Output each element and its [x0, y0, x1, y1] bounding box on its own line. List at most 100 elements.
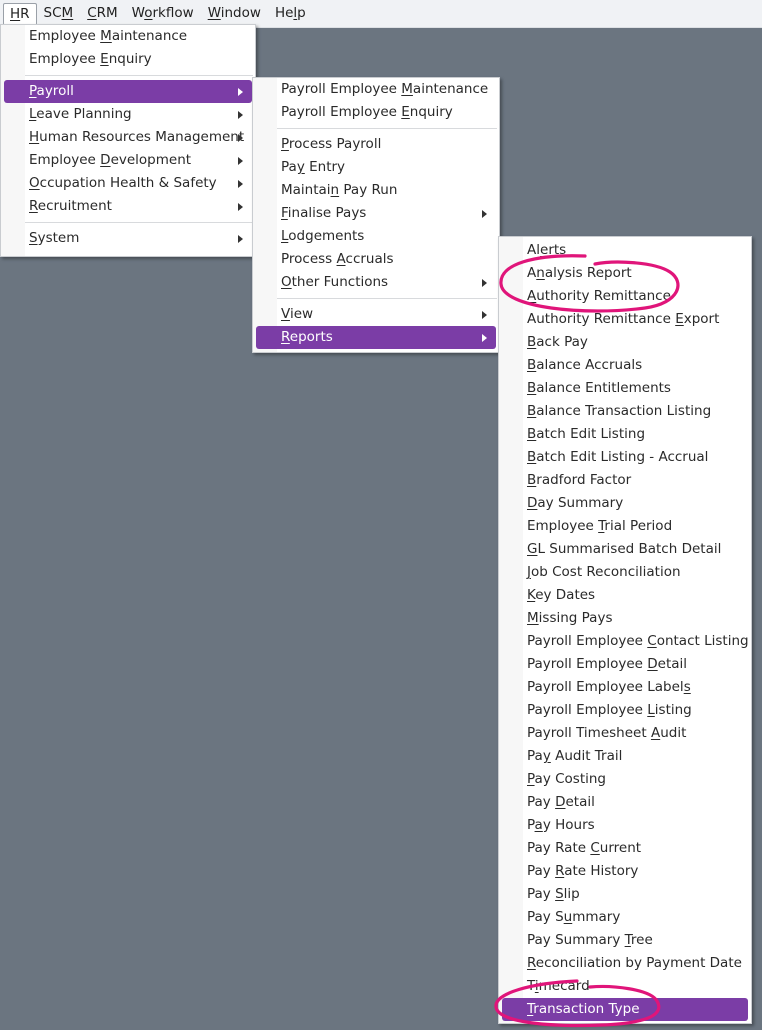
mnemonic-key: y — [542, 748, 551, 764]
menubar-item-workflow[interactable]: Workflow — [125, 2, 201, 25]
reports-menu-item-payroll-employee-detail[interactable]: Payroll Employee Detail — [499, 653, 751, 676]
reports-menu-item-alerts[interactable]: Alerts — [499, 239, 751, 262]
reports-menu-item-pay-slip[interactable]: Pay Slip — [499, 883, 751, 906]
mnemonic-key: u — [563, 909, 573, 925]
label-text: urrent — [599, 840, 642, 856]
payroll-menu-item-finalise-pays[interactable]: Finalise Pays — [253, 202, 499, 225]
mnemonic-key: H — [10, 5, 21, 22]
mnemonic-key: B — [527, 380, 537, 396]
menubar-item-scm[interactable]: SCM — [37, 2, 81, 25]
reports-menu-item-balance-accruals[interactable]: Balance Accruals — [499, 354, 751, 377]
label-text: indow — [220, 5, 261, 21]
hr-menu-item-human-resources-management[interactable]: Human Resources Management — [1, 126, 255, 149]
label-text: Pay Run — [339, 182, 398, 198]
label-text: ree — [630, 932, 653, 948]
label-text: ecruitment — [37, 198, 112, 214]
reports-menu-item-pay-audit-trail[interactable]: Pay Audit Trail — [499, 745, 751, 768]
submenu-arrow-icon — [482, 311, 487, 319]
submenu-arrow-icon — [238, 88, 243, 96]
reports-menu-item-key-dates[interactable]: Key Dates — [499, 584, 751, 607]
reports-menu-item-balance-transaction-listing[interactable]: Balance Transaction Listing — [499, 400, 751, 423]
menubar-item-hr[interactable]: HR — [3, 2, 37, 25]
payroll-menu-item-pay-entry[interactable]: Pay Entry — [253, 156, 499, 179]
reports-menu-item-timecard[interactable]: Timecard — [499, 975, 751, 998]
label-text: alance Accruals — [536, 357, 643, 373]
payroll-menu-item-maintain-pay-run[interactable]: Maintain Pay Run — [253, 179, 499, 202]
label-text: Pay — [527, 886, 556, 902]
reports-menu-item-back-pay[interactable]: Back Pay — [499, 331, 751, 354]
label-text: ontact Listing — [656, 633, 749, 649]
label-text: iew — [289, 306, 314, 322]
mnemonic-key: D — [647, 656, 658, 672]
payroll-menu-item-payroll-employee-maintenance[interactable]: Payroll Employee Maintenance — [253, 78, 499, 101]
reports-menu-item-pay-costing[interactable]: Pay Costing — [499, 768, 751, 791]
mnemonic-key: W — [207, 5, 221, 21]
hr-menu-item-employee-enquiry[interactable]: Employee Enquiry — [1, 48, 255, 71]
mnemonic-key: D — [100, 152, 111, 168]
label-text: Maintai — [281, 182, 331, 198]
hr-menu-item-occupation-health-safety[interactable]: Occupation Health & Safety — [1, 172, 255, 195]
reports-menu-item-employee-trial-period[interactable]: Employee Trial Period — [499, 515, 751, 538]
menu-separator — [7, 222, 253, 223]
reports-menu-item-transaction-type[interactable]: Transaction Type — [502, 998, 748, 1021]
mnemonic-key: O — [29, 175, 40, 191]
label-text: rial Period — [604, 518, 673, 534]
label-text: Payroll Employee — [281, 104, 402, 120]
mnemonic-key: F — [281, 205, 288, 221]
label-text: Pa — [281, 159, 297, 175]
reports-menu-item-authority-remittance[interactable]: Authority Remittance — [499, 285, 751, 308]
reports-menu-item-pay-summary[interactable]: Pay Summary — [499, 906, 751, 929]
payroll-menu-item-lodgements[interactable]: Lodgements — [253, 225, 499, 248]
mnemonic-key: M — [100, 28, 112, 44]
reports-menu-item-reconciliation-by-payment-date[interactable]: Reconciliation by Payment Date — [499, 952, 751, 975]
hr-menu-item-recruitment[interactable]: Recruitment — [1, 195, 255, 218]
mnemonic-key: B — [527, 449, 537, 465]
label-text: Pay — [527, 863, 556, 879]
hr-menu-item-system[interactable]: System — [1, 227, 255, 250]
reports-menu-item-bradford-factor[interactable]: Bradford Factor — [499, 469, 751, 492]
payroll-menu-item-process-payroll[interactable]: Process Payroll — [253, 133, 499, 156]
payroll-menu-item-process-accruals[interactable]: Process Accruals — [253, 248, 499, 271]
reports-menu-item-day-summary[interactable]: Day Summary — [499, 492, 751, 515]
payroll-menu-item-view[interactable]: View — [253, 303, 499, 326]
reports-submenu: Alerts Analysis Report Authority Remittanc… — [498, 236, 752, 1024]
hr-menu-item-employee-maintenance[interactable]: Employee Maintenance — [1, 25, 255, 48]
label-text: ayroll — [36, 83, 74, 99]
reports-menu-item-payroll-employee-contact-listing[interactable]: Payroll Employee Contact Listing — [499, 630, 751, 653]
mnemonic-key: S — [29, 230, 38, 246]
reports-menu-item-pay-detail[interactable]: Pay Detail — [499, 791, 751, 814]
mnemonic-key: R — [527, 955, 536, 971]
label-text: Payroll Employee Label — [527, 679, 684, 695]
menubar-item-help[interactable]: Help — [268, 2, 313, 25]
reports-menu-item-balance-entitlements[interactable]: Balance Entitlements — [499, 377, 751, 400]
payroll-menu-item-payroll-employee-enquiry[interactable]: Payroll Employee Enquiry — [253, 101, 499, 124]
label-text: udit — [660, 725, 687, 741]
hr-menu-item-employee-development[interactable]: Employee Development — [1, 149, 255, 172]
label-text: Employee — [29, 51, 101, 67]
mnemonic-key: D — [555, 794, 566, 810]
reports-menu-item-job-cost-reconciliation[interactable]: Job Cost Reconciliation — [499, 561, 751, 584]
reports-menu-item-pay-rate-history[interactable]: Pay Rate History — [499, 860, 751, 883]
payroll-menu-item-other-functions[interactable]: Other Functions — [253, 271, 499, 294]
reports-menu-item-batch-edit-listing-accrual[interactable]: Batch Edit Listing - Accrual — [499, 446, 751, 469]
mnemonic-key: C — [590, 840, 600, 856]
reports-menu-item-pay-summary-tree[interactable]: Pay Summary Tree — [499, 929, 751, 952]
menubar-item-crm[interactable]: CRM — [80, 2, 124, 25]
reports-menu-item-authority-remittance-export[interactable]: Authority Remittance Export — [499, 308, 751, 331]
reports-menu-item-payroll-timesheet-audit[interactable]: Payroll Timesheet Audit — [499, 722, 751, 745]
reports-menu-item-gl-summarised-batch-detail[interactable]: GL Summarised Batch Detail — [499, 538, 751, 561]
reports-menu-item-payroll-employee-labels[interactable]: Payroll Employee Labels — [499, 676, 751, 699]
reports-menu-item-pay-hours[interactable]: Pay Hours — [499, 814, 751, 837]
menubar-item-window[interactable]: Window — [201, 2, 268, 25]
hr-menu-item-payroll[interactable]: Payroll — [4, 80, 252, 103]
reports-menu-item-pay-rate-current[interactable]: Pay Rate Current — [499, 837, 751, 860]
mnemonic-key: A — [527, 288, 537, 304]
reports-menu-item-payroll-employee-listing[interactable]: Payroll Employee Listing — [499, 699, 751, 722]
label-text: rts — [548, 242, 567, 258]
reports-menu-item-batch-edit-listing[interactable]: Batch Edit Listing — [499, 423, 751, 446]
mnemonic-key: D — [527, 495, 538, 511]
payroll-menu-item-reports[interactable]: Reports — [256, 326, 496, 349]
reports-menu-item-analysis-report[interactable]: Analysis Report — [499, 262, 751, 285]
reports-menu-item-missing-pays[interactable]: Missing Pays — [499, 607, 751, 630]
hr-menu-item-leave-planning[interactable]: Leave Planning — [1, 103, 255, 126]
